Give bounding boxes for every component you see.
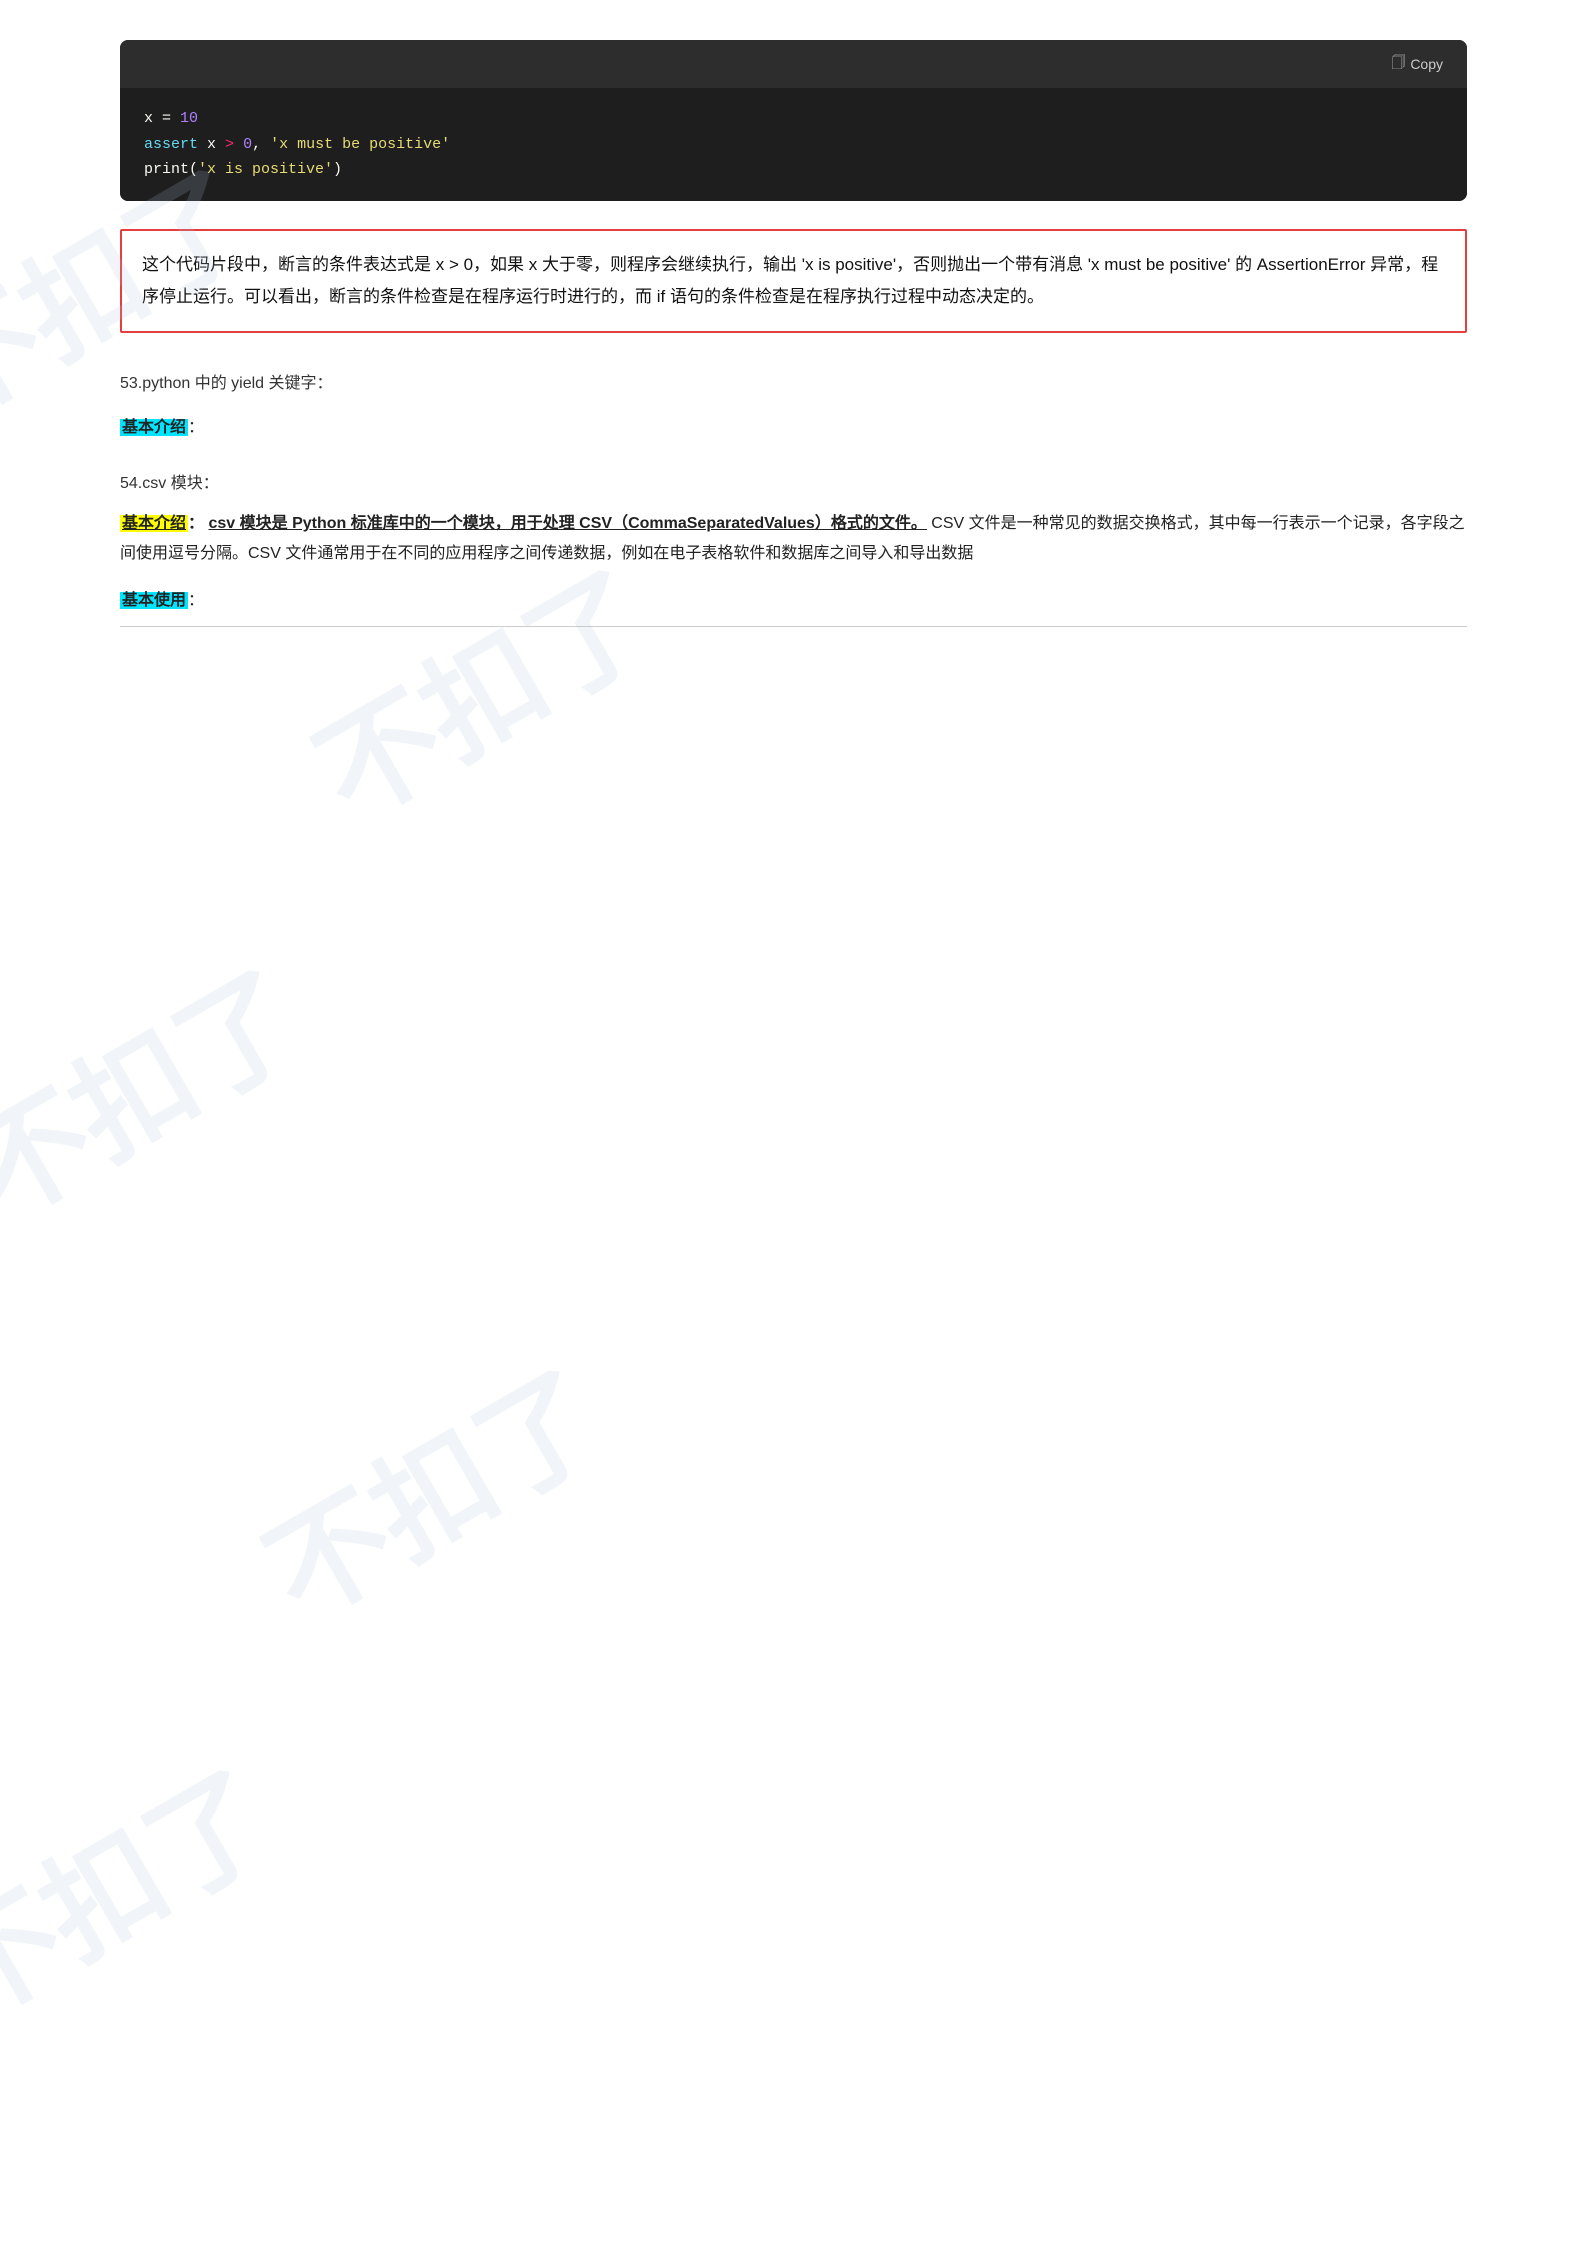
section-54-divider	[120, 626, 1467, 627]
watermark-text-3: 不扣了	[0, 922, 329, 1253]
code-content: x = 10 assert x > 0, 'x must be positive…	[120, 88, 1467, 201]
watermark-text-4: 不扣了	[231, 1322, 630, 1653]
watermark: 不扣了 不扣了 不扣了 不扣了 不扣了	[0, 0, 1587, 2245]
explanation-text: 这个代码片段中，断言的条件表达式是 x > 0，如果 x 大于零，则程序会继续执…	[142, 255, 1438, 306]
section-54-title: 54.csv 模块：	[120, 469, 1467, 493]
section-53-intro-label: 基本介绍	[120, 419, 188, 436]
section-54-intro-para: 基本介绍： csv 模块是 Python 标准库中的一个模块，用于处理 CSV（…	[120, 509, 1467, 570]
section-54-intro-bold: csv 模块是 Python 标准库中的一个模块，用于处理 CSV（CommaS…	[208, 515, 926, 532]
section-54: 54.csv 模块： 基本介绍： csv 模块是 Python 标准库中的一个模…	[120, 469, 1467, 627]
explanation-box: 这个代码片段中，断言的条件表达式是 x > 0，如果 x 大于零，则程序会继续执…	[120, 229, 1467, 334]
code-line-3: print('x is positive')	[144, 157, 1443, 183]
copy-icon: 🗍	[1391, 52, 1405, 76]
code-line-2: assert x > 0, 'x must be positive'	[144, 132, 1443, 158]
section-53: 53.python 中的 yield 关键字： 基本介绍：	[120, 369, 1467, 437]
copy-button[interactable]: 🗍 Copy	[1383, 48, 1451, 80]
section-53-intro-colon: ：	[188, 419, 204, 436]
section-54-usage: 基本使用：	[120, 586, 1467, 627]
copy-label: Copy	[1410, 56, 1443, 72]
code-block-container: 🗍 Copy x = 10 assert x > 0, 'x must be p…	[120, 40, 1467, 201]
code-toolbar: 🗍 Copy	[120, 40, 1467, 88]
section-53-title: 53.python 中的 yield 关键字：	[120, 369, 1467, 393]
section-54-intro-label: 基本介绍	[120, 515, 188, 532]
section-54-usage-colon: ：	[188, 592, 204, 609]
watermark-text-5: 不扣了	[0, 1722, 299, 2053]
section-54-usage-label: 基本使用	[120, 592, 188, 609]
code-line-1: x = 10	[144, 106, 1443, 132]
section-54-intro-colon: ：	[188, 515, 204, 532]
section-53-intro: 基本介绍：	[120, 413, 1467, 437]
